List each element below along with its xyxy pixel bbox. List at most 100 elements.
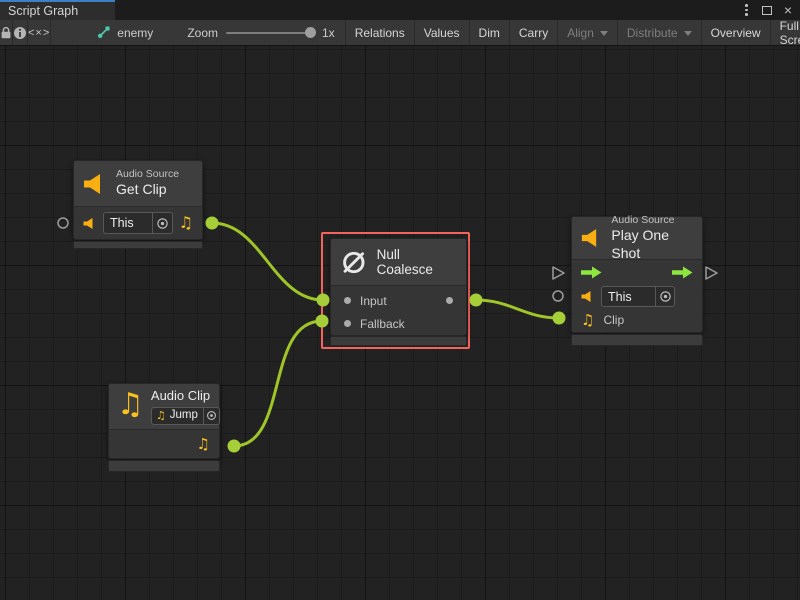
- values-button[interactable]: Values: [415, 20, 470, 45]
- object-picker-icon[interactable]: [655, 287, 674, 306]
- object-picker-icon[interactable]: [152, 213, 172, 233]
- tab-label: Script Graph: [8, 4, 78, 18]
- dim-label: Dim: [479, 26, 500, 40]
- audio-source-icon: [83, 218, 96, 229]
- window-controls: ×: [743, 0, 800, 20]
- fallback-port-icon[interactable]: [344, 320, 351, 327]
- node-null-coalesce-header: Null Coalesce: [331, 239, 466, 286]
- chevron-down-icon: [684, 31, 692, 36]
- align-dropdown[interactable]: Align: [558, 20, 618, 45]
- audio-source-icon: [581, 291, 594, 302]
- fullscreen-label: Full Screen: [780, 19, 800, 47]
- play-one-shot-this-port[interactable]: [553, 291, 563, 301]
- close-icon[interactable]: ×: [784, 5, 792, 15]
- this-field-value: This: [104, 216, 152, 230]
- null-coalesce-icon: [340, 248, 368, 277]
- input-port-label: Input: [360, 294, 387, 308]
- get-clip-this-port[interactable]: [58, 218, 68, 228]
- graph-breadcrumb[interactable]: enemy: [97, 20, 153, 45]
- wire-output-to-clip[interactable]: [476, 300, 559, 318]
- dim-button[interactable]: Dim: [470, 20, 510, 45]
- audio-clip-field-value: Jump: [166, 408, 203, 422]
- flow-in-port[interactable]: [553, 267, 564, 279]
- node-null-coalesce[interactable]: Null Coalesce Input Fallback: [330, 238, 467, 336]
- zoom-label: Zoom: [187, 26, 218, 40]
- null-coalesce-fallback-port[interactable]: [316, 315, 329, 328]
- audio-clip-type-icon: ♫: [179, 215, 193, 231]
- node-title: Audio Clip: [151, 388, 220, 404]
- audio-source-icon: [83, 174, 107, 194]
- node-audio-clip-footer: [108, 460, 220, 472]
- flow-in-arrow-icon[interactable]: [581, 266, 602, 279]
- fallback-port-row: Fallback: [331, 312, 466, 335]
- zoom-slider-handle[interactable]: [305, 27, 316, 38]
- relations-button[interactable]: Relations: [346, 20, 415, 45]
- audio-clip-icon: ♫: [117, 390, 144, 420]
- get-clip-output-port[interactable]: [206, 217, 219, 230]
- fullscreen-button[interactable]: Full Screen: [771, 20, 800, 45]
- null-coalesce-input-port[interactable]: [317, 294, 330, 307]
- tab-script-graph[interactable]: Script Graph: [0, 0, 115, 20]
- distribute-dropdown[interactable]: Distribute: [618, 20, 702, 45]
- node-title: Get Clip: [116, 181, 179, 199]
- audio-clip-type-icon: ♫: [197, 437, 210, 452]
- wire-audioclip-to-fallback[interactable]: [234, 321, 322, 446]
- info-icon: [13, 26, 27, 40]
- input-port-icon[interactable]: [344, 297, 351, 304]
- clip-port-row: ♫ Clip: [572, 308, 702, 332]
- node-get-clip-header: Audio Source Get Clip: [74, 161, 202, 207]
- carry-button[interactable]: Carry: [510, 20, 558, 45]
- graph-canvas[interactable]: Audio Source Get Clip This ♫: [0, 46, 800, 600]
- menu-dots-icon[interactable]: [743, 2, 750, 18]
- graph-toolbar: <×> enemy Zoom 1x Relations Values Dim C…: [0, 20, 800, 46]
- code-icon: <×>: [28, 27, 50, 39]
- toolbar-buttons: Relations Values Dim Carry Align Distrib…: [345, 20, 800, 45]
- lock-icon: [0, 26, 12, 39]
- result-output-port-icon[interactable]: [446, 297, 453, 304]
- flow-out-port[interactable]: [706, 267, 717, 279]
- zoom-slider[interactable]: [226, 32, 314, 34]
- node-category: Audio Source: [116, 168, 179, 181]
- node-category: Audio Source: [611, 214, 692, 227]
- lock-button[interactable]: [0, 20, 13, 45]
- control-flow-row: [572, 260, 702, 285]
- node-audio-clip-header: ♫ Audio Clip ♫ Jump: [109, 384, 219, 430]
- audio-clip-output-port[interactable]: [228, 440, 241, 453]
- flow-out-arrow-icon[interactable]: [672, 266, 693, 279]
- wire-getclip-to-input[interactable]: [212, 223, 323, 300]
- this-field-value: This: [602, 290, 655, 304]
- overview-label: Overview: [711, 26, 761, 40]
- audio-clip-type-icon: ♫: [581, 313, 594, 328]
- node-title: Play One Shot: [611, 227, 692, 262]
- node-play-one-shot[interactable]: Audio Source Play One Shot This: [571, 216, 703, 333]
- node-get-clip[interactable]: Audio Source Get Clip This ♫: [73, 160, 203, 240]
- code-view-button[interactable]: <×>: [28, 20, 51, 45]
- get-clip-this-row: This ♫: [74, 207, 202, 239]
- distribute-label: Distribute: [627, 26, 678, 40]
- play-one-shot-this-row: This: [572, 285, 702, 308]
- audio-clip-object-field[interactable]: ♫ Jump: [151, 407, 220, 425]
- carry-label: Carry: [519, 26, 548, 40]
- clip-port-label: Clip: [603, 313, 624, 327]
- this-object-field[interactable]: This: [103, 212, 173, 234]
- align-label: Align: [567, 26, 594, 40]
- relations-label: Relations: [355, 26, 405, 40]
- info-button[interactable]: [13, 20, 28, 45]
- node-play-one-shot-header: Audio Source Play One Shot: [572, 217, 702, 260]
- zoom-control: Zoom 1x: [187, 20, 334, 45]
- fallback-port-label: Fallback: [360, 317, 405, 331]
- zoom-value: 1x: [322, 26, 335, 40]
- chevron-down-icon: [600, 31, 608, 36]
- input-port-row: Input: [331, 289, 466, 312]
- object-picker-icon[interactable]: [203, 408, 219, 424]
- audio-clip-output-row: ♫: [109, 430, 219, 458]
- graph-icon: [97, 26, 110, 39]
- play-one-shot-clip-port[interactable]: [553, 312, 566, 325]
- overview-button[interactable]: Overview: [702, 20, 771, 45]
- null-coalesce-output-port[interactable]: [470, 294, 483, 307]
- node-play-one-shot-footer: [571, 334, 703, 346]
- this-object-field[interactable]: This: [601, 286, 675, 307]
- graph-name: enemy: [117, 26, 153, 40]
- maximize-icon[interactable]: [762, 6, 772, 15]
- node-audio-clip[interactable]: ♫ Audio Clip ♫ Jump ♫: [108, 383, 220, 459]
